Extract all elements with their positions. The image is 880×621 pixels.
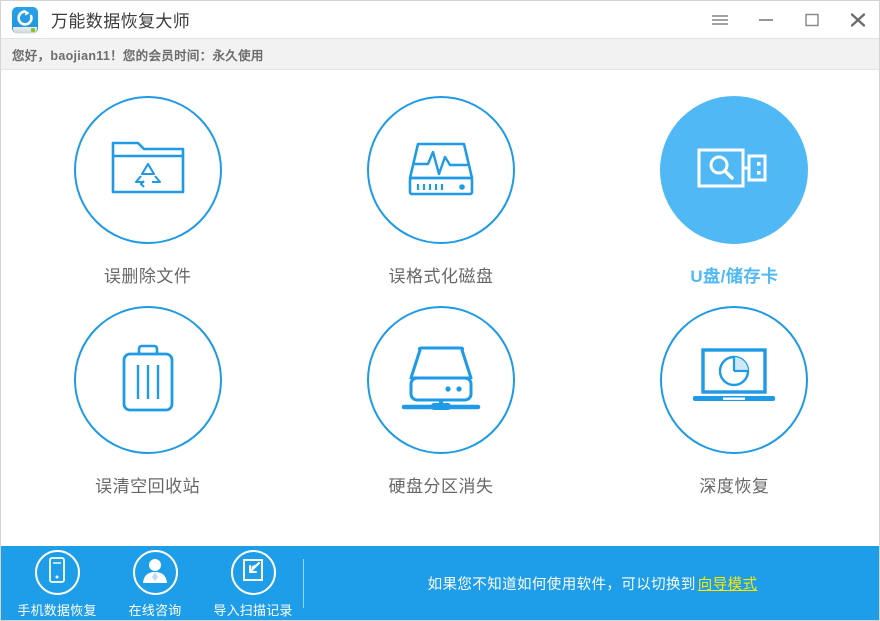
disk-waveform-icon xyxy=(402,132,480,209)
card-icon-circle xyxy=(660,306,809,454)
card-label: 误清空回收站 xyxy=(95,477,201,496)
card-deep-recovery[interactable]: 深度恢复 xyxy=(588,306,879,516)
card-label: U盘/储存卡 xyxy=(690,267,779,286)
folder-recycle-icon xyxy=(108,134,188,207)
app-logo-icon xyxy=(12,6,38,33)
card-emptied-recyclebin[interactable]: 误清空回收站 xyxy=(1,306,294,516)
hard-disk-icon xyxy=(398,342,484,419)
quick-action-import-scan-log[interactable]: 导入扫描记录 xyxy=(213,548,293,619)
quick-action-online-consult[interactable]: 在线咨询 xyxy=(117,548,193,619)
quick-icon-circle xyxy=(34,550,80,595)
usb-search-icon xyxy=(696,140,772,201)
quick-actions: 手机数据恢复 在线咨询 导入扫描记录 xyxy=(1,546,293,620)
wizard-mode-link[interactable]: 向导模式 xyxy=(698,573,758,594)
wizard-hint-text: 如果您不知道如何使用软件，可以切换到 xyxy=(427,577,696,593)
card-icon-circle xyxy=(73,96,222,244)
card-label: 硬盘分区消失 xyxy=(388,477,494,496)
minimize-icon[interactable] xyxy=(743,1,789,38)
hamburger-menu-icon[interactable] xyxy=(697,1,743,38)
mobile-phone-icon xyxy=(46,556,68,589)
recovery-mode-grid: 误删除文件 误格式化磁盘 U盘/储存卡 误清空回收站 硬盘分区消失 深度恢复 xyxy=(1,70,879,516)
main-content: 误删除文件 误格式化磁盘 U盘/储存卡 误清空回收站 硬盘分区消失 深度恢复 xyxy=(1,70,879,546)
card-label: 深度恢复 xyxy=(699,477,770,496)
title-bar: 万能数据恢复大师 xyxy=(1,1,879,38)
close-icon[interactable] xyxy=(835,1,879,38)
support-person-icon xyxy=(140,555,170,590)
logo-accent-dot xyxy=(31,27,35,32)
greeting-text: 您好，baojian11！您的会员时间：永久使用 xyxy=(12,48,264,63)
bottom-action-bar: 手机数据恢复 在线咨询 导入扫描记录 如果您不知道如何使用软件，可以切换到 向导… xyxy=(1,546,879,620)
quick-action-label: 在线咨询 xyxy=(128,603,182,618)
maximize-icon[interactable] xyxy=(789,1,835,38)
card-formatted-disk[interactable]: 误格式化磁盘 xyxy=(294,96,587,306)
app-window: 万能数据恢复大师 您好，baojian11！您的会员时间：永久使用 误删除文件 … xyxy=(0,0,880,621)
card-label: 误格式化磁盘 xyxy=(388,267,494,286)
card-icon-circle xyxy=(73,306,222,454)
laptop-scan-icon xyxy=(689,346,779,415)
card-deleted-files[interactable]: 误删除文件 xyxy=(1,96,294,306)
card-lost-partition[interactable]: 硬盘分区消失 xyxy=(294,306,587,516)
card-usb-memory-card[interactable]: U盘/储存卡 xyxy=(588,96,879,306)
trash-bin-icon xyxy=(116,341,180,420)
quick-action-label: 手机数据恢复 xyxy=(17,603,97,618)
quick-icon-circle xyxy=(132,550,178,595)
card-icon-circle xyxy=(366,96,515,244)
import-arrow-icon xyxy=(240,557,266,588)
window-controls xyxy=(697,1,879,38)
app-title: 万能数据恢复大师 xyxy=(51,12,191,31)
card-icon-circle xyxy=(366,306,515,454)
card-label: 误删除文件 xyxy=(103,267,192,286)
greeting-bar: 您好，baojian11！您的会员时间：永久使用 xyxy=(1,38,879,70)
quick-icon-circle xyxy=(230,550,276,595)
wizard-hint: 如果您不知道如何使用软件，可以切换到 向导模式 xyxy=(304,546,879,620)
quick-action-phone-recovery[interactable]: 手机数据恢复 xyxy=(17,548,97,619)
card-icon-circle xyxy=(660,96,809,244)
quick-action-label: 导入扫描记录 xyxy=(213,603,293,618)
